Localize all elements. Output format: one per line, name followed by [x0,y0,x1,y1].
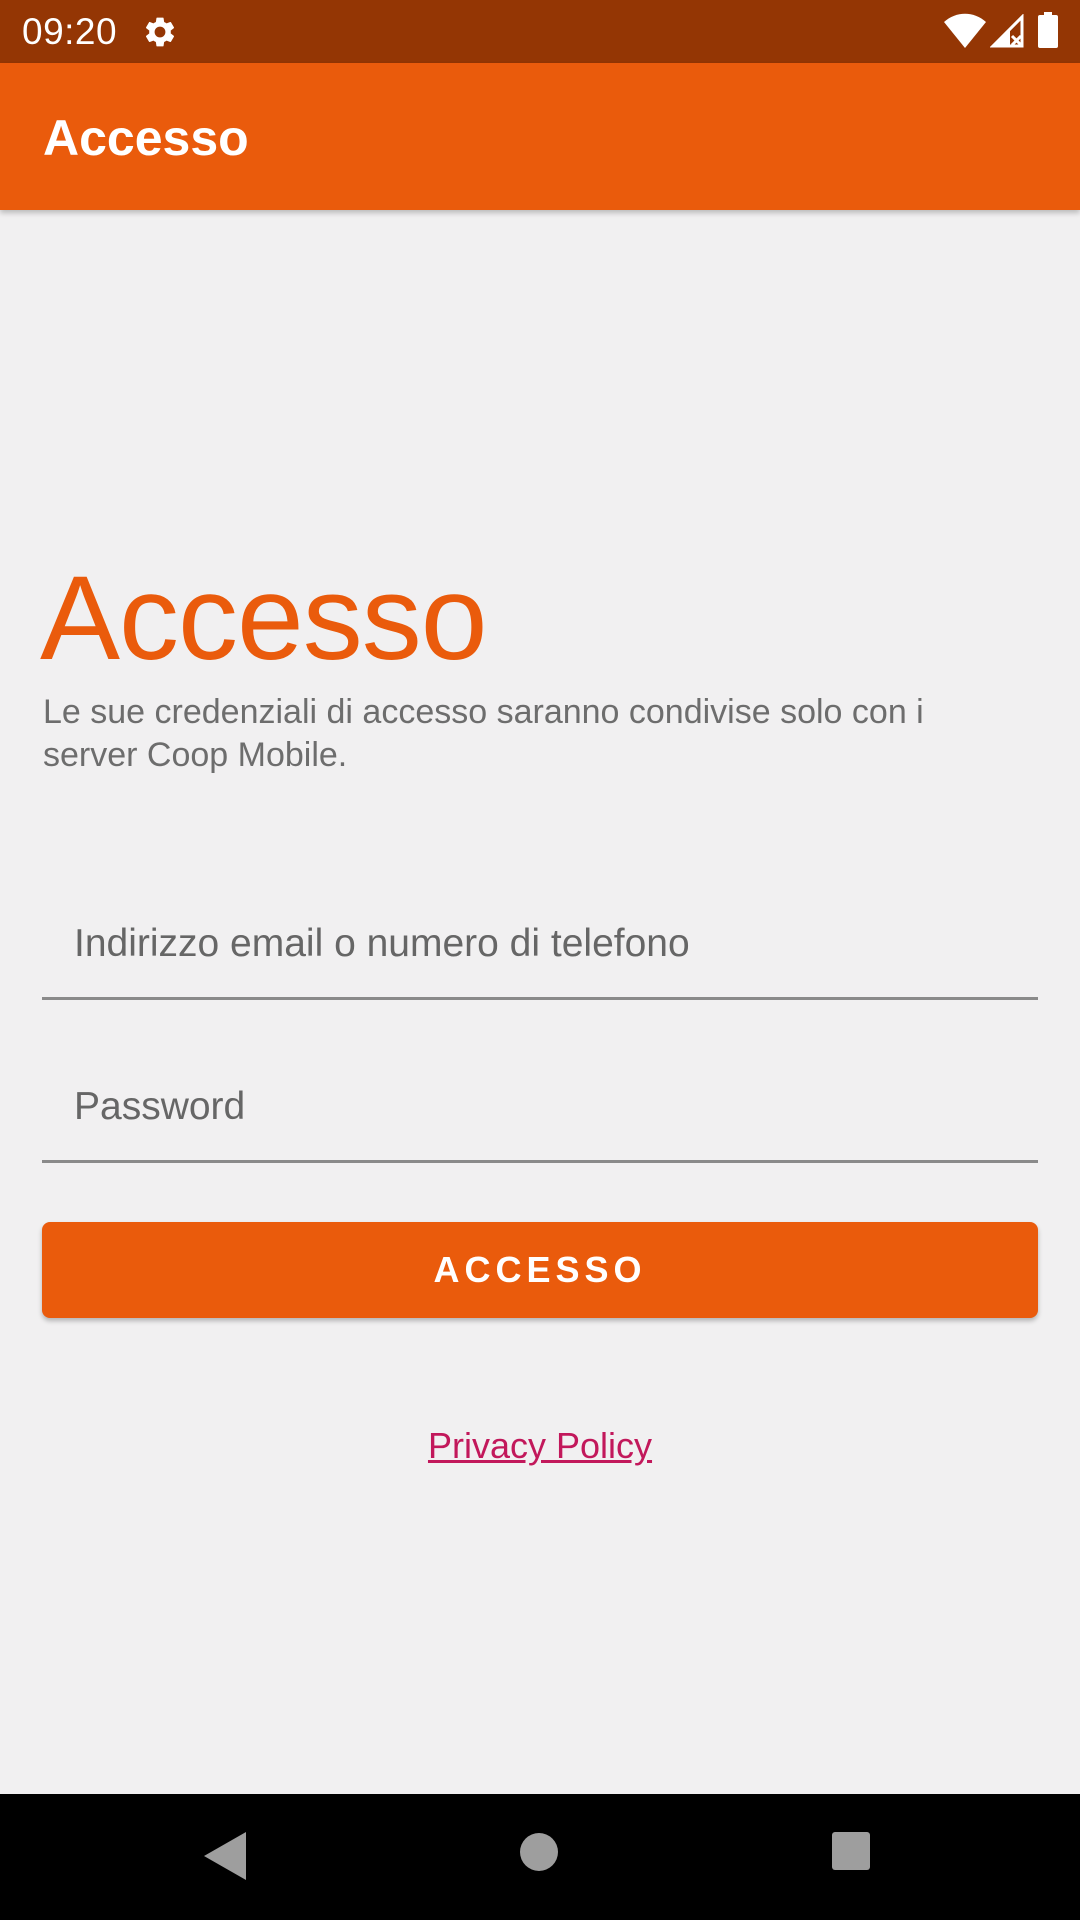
app-bar-title: Accesso [43,110,249,166]
page-subtitle: Le sue credenziali di accesso saranno co… [43,693,924,774]
status-time: 09:20 [22,11,118,52]
wifi-icon [944,13,986,48]
page-heading: Accesso [40,551,488,685]
battery-icon [1038,12,1058,48]
email-field-container [42,890,1038,1000]
home-icon[interactable] [518,1831,560,1873]
app-bar: Accesso [0,63,1080,210]
password-field-container [42,1053,1038,1163]
recents-icon[interactable] [830,1830,872,1872]
gear-icon [145,17,175,47]
email-field[interactable] [42,890,1038,997]
password-field[interactable] [42,1053,1038,1160]
navigation-bar [0,1794,1080,1920]
privacy-policy-link[interactable]: Privacy Policy [0,1424,1080,1468]
back-icon[interactable] [200,1830,248,1882]
signal-icon [990,14,1024,48]
status-bar: 09:20 [0,0,1080,63]
login-button[interactable]: ACCESSO [42,1222,1038,1318]
